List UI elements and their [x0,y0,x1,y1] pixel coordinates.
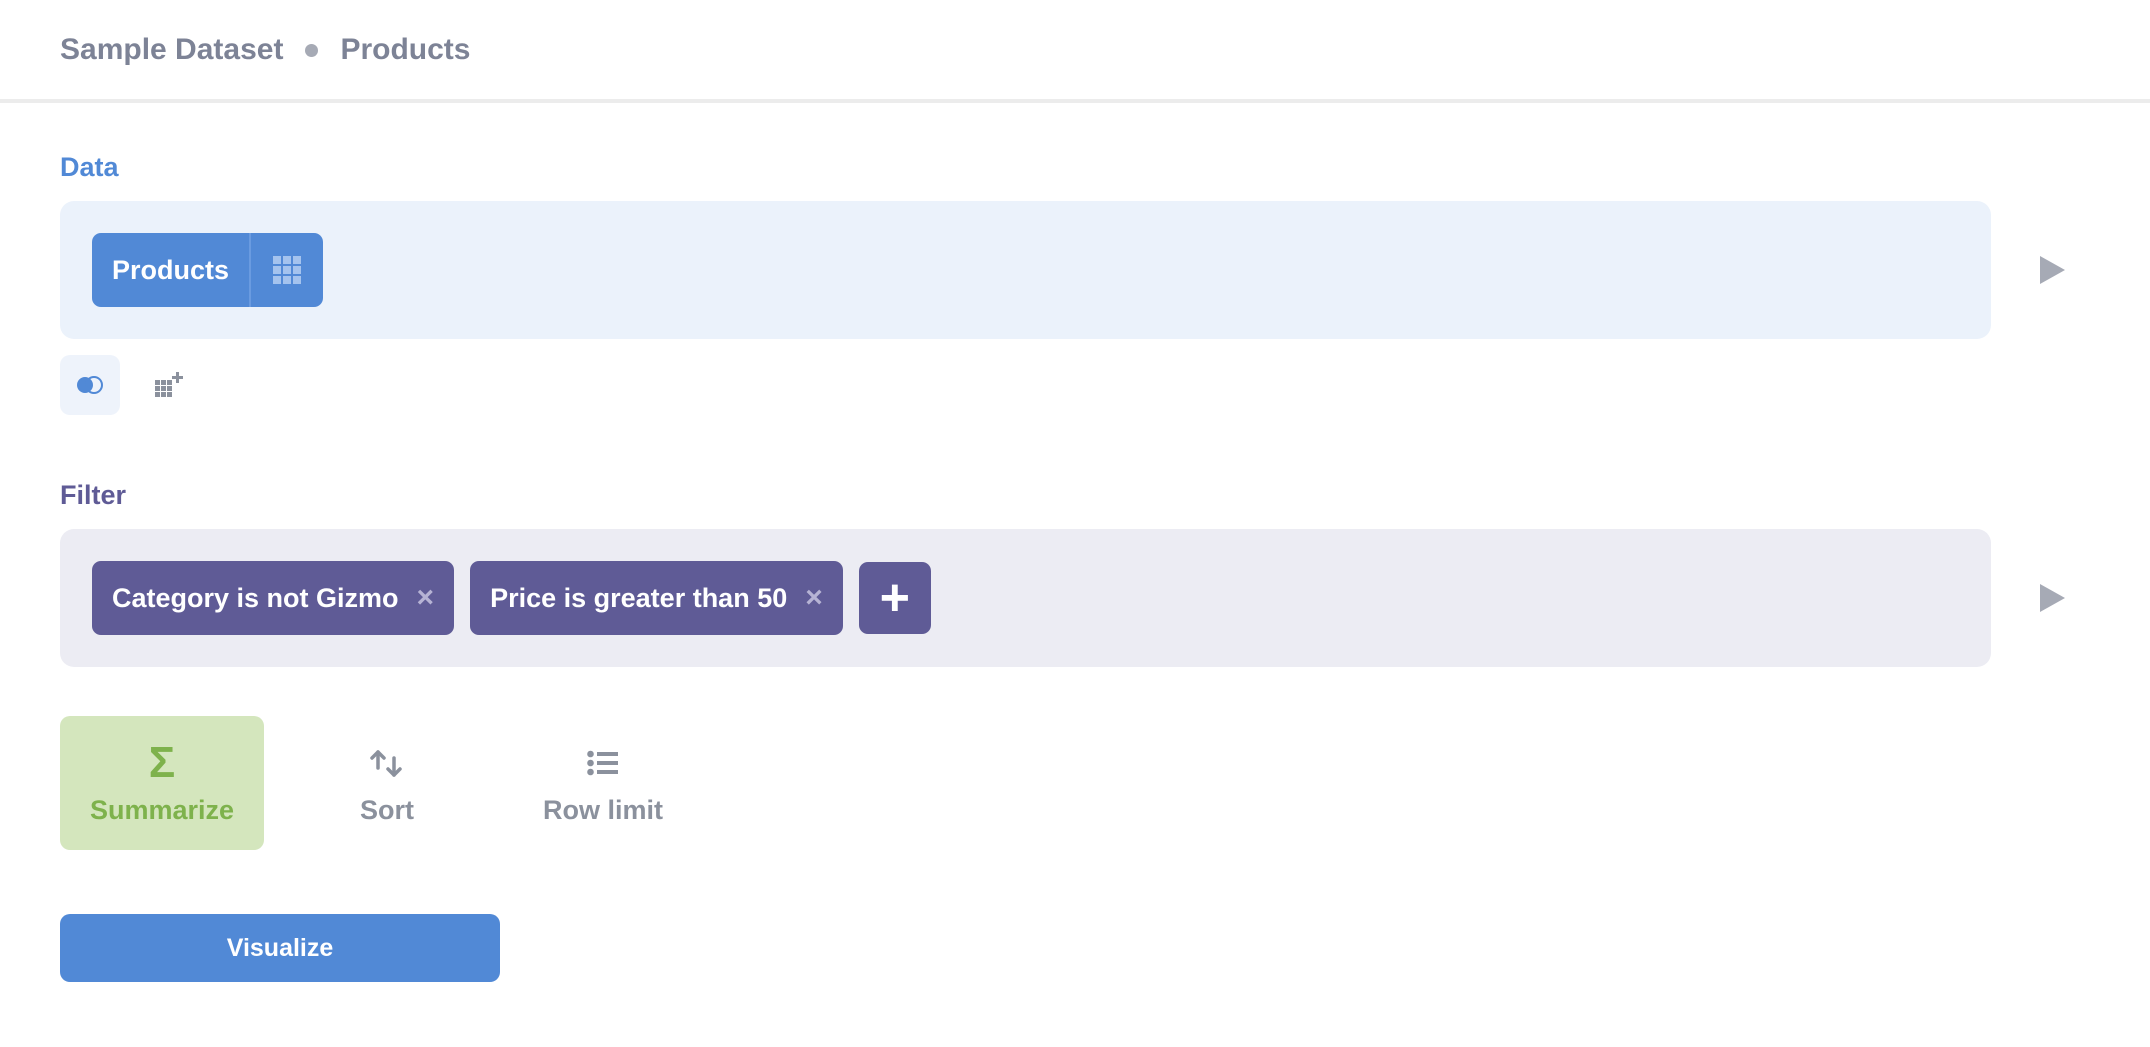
breadcrumb-database[interactable]: Sample Dataset [60,33,283,67]
sort-button[interactable]: Sort [285,716,489,850]
join-data-button[interactable] [60,355,120,415]
remove-filter-icon[interactable]: × [417,583,435,613]
breadcrumb-separator-dot [305,43,319,57]
breadcrumb-table[interactable]: Products [340,33,470,67]
filter-preview-play-icon[interactable] [2040,584,2065,612]
add-column-icon [155,372,183,397]
filter-pill[interactable]: Category is not Gizmo × [92,561,455,635]
data-section-label: Data [60,152,119,182]
filter-pill[interactable]: Price is greater than 50 × [470,561,843,635]
visualize-button[interactable]: Visualize [60,914,500,982]
list-icon [587,741,619,785]
join-icon [77,376,103,394]
source-table-pill[interactable]: Products [92,233,324,307]
summarize-label: Summarize [89,794,235,825]
row-limit-label: Row limit [543,794,663,825]
add-filter-button[interactable]: + [858,562,931,634]
remove-filter-icon[interactable]: × [805,583,823,613]
header: Sample Dataset Products [0,0,2150,103]
sort-icon [369,741,405,785]
row-limit-button[interactable]: Row limit [501,716,705,850]
filter-section-label: Filter [60,480,127,510]
breadcrumb: Sample Dataset Products [60,28,470,72]
custom-column-button[interactable] [140,355,200,415]
summarize-button[interactable]: Σ Summarize [60,716,264,850]
filter-label: Category is not Gizmo [112,582,399,613]
filter-panel: Category is not Gizmo × Price is greater… [60,529,1991,667]
plus-icon: + [879,569,910,627]
table-columns-button[interactable] [251,233,323,307]
source-table-label[interactable]: Products [92,255,249,286]
filter-label: Price is greater than 50 [490,582,788,613]
data-panel: Products [60,201,1991,339]
sigma-icon: Σ [148,737,176,787]
sort-label: Sort [360,794,414,825]
grid-icon [273,256,302,284]
data-preview-play-icon[interactable] [2040,256,2065,284]
